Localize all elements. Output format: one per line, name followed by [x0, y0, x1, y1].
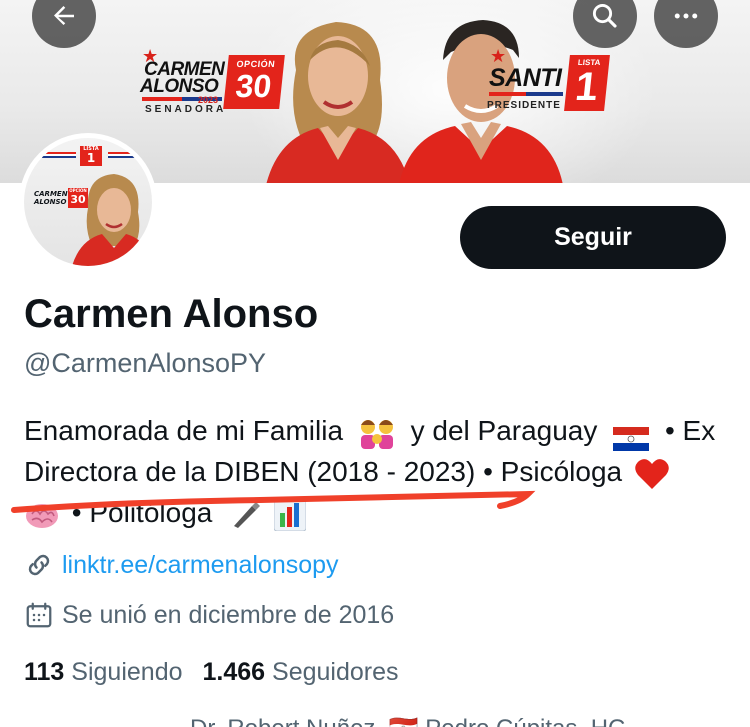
following-stat[interactable]: 113 Siguiendo: [24, 658, 183, 687]
profile-avatar[interactable]: LISTA 1 CARMEN ALONSO OPCIÓN 30: [19, 133, 157, 271]
avatar-name-2: ALONSO: [34, 198, 67, 206]
president-photo: [399, 20, 563, 183]
followers-stat[interactable]: 1.466 Seguidores: [203, 658, 399, 687]
list-badge: LISTA 1: [564, 55, 610, 111]
banner-president-role: PRESIDENTE: [487, 100, 561, 111]
profile-bio: Enamorada de mi Familia y del Paraguay •…: [24, 410, 724, 533]
joined-date-row: Se unió en diciembre de 2016: [24, 600, 394, 630]
red-heart-icon: [634, 457, 670, 491]
bio-line-3: • Politóloga: [24, 492, 724, 533]
follow-stats: 113 Siguiendo 1.466 Seguidores: [24, 658, 399, 687]
joined-date: Se unió en diciembre de 2016: [62, 600, 395, 629]
more-horizontal-icon: [674, 13, 698, 19]
display-name: Carmen Alonso: [24, 292, 319, 336]
pen-emoji-icon: [230, 500, 261, 530]
avatar-list-number: 1: [86, 151, 96, 165]
star-icon-right: ★: [490, 46, 507, 66]
link-icon: [28, 554, 50, 576]
calendar-icon: [26, 602, 52, 628]
bio-line-2: Directora de la DIBEN (2018 - 2023) • Ps…: [24, 451, 724, 492]
bio-text-5: • Politóloga: [71, 497, 213, 528]
profile-link[interactable]: linktr.ee/carmenalonsopy: [62, 551, 339, 580]
avatar-list-badge: LISTA 1: [80, 146, 102, 166]
bio-text-4: Directora de la DIBEN (2018 - 2023) • Ps…: [24, 456, 623, 487]
banner-candidate-role: SENADORA: [145, 104, 227, 115]
brain-emoji-icon: [24, 500, 60, 530]
avatar-stripes: [108, 152, 138, 158]
search-icon: [592, 3, 617, 28]
banner-candidate-name-2: ALONSO: [140, 76, 219, 97]
list-number: 1: [573, 65, 601, 109]
paraguay-flag-icon: [613, 421, 650, 451]
avatar-stripes-left: [42, 152, 76, 158]
candidate-photo: [266, 22, 410, 183]
flag-stripes-right: [489, 92, 563, 96]
followers-label: Seguidores: [272, 658, 399, 686]
family-emoji-icon: [357, 417, 397, 449]
banner-president-name: SANTI: [489, 64, 562, 92]
bio-text-2: y del Paraguay: [410, 415, 598, 446]
avatar-portrait: [72, 174, 152, 266]
bar-chart-emoji-icon: [273, 498, 307, 532]
bio-line-1: Enamorada de mi Familia y del Paraguay •…: [24, 410, 724, 451]
following-count: 113: [24, 658, 65, 686]
follow-button[interactable]: Seguir: [460, 206, 726, 269]
avatar-image: LISTA 1 CARMEN ALONSO OPCIÓN 30: [24, 138, 152, 266]
profile-link-row[interactable]: linktr.ee/carmenalonsopy: [24, 550, 339, 580]
avatar-name-1: CARMEN: [34, 190, 68, 198]
arrow-left-icon: [54, 6, 74, 25]
bio-text-3: • Ex: [664, 415, 716, 446]
followers-count: 1.466: [202, 658, 266, 686]
following-label: Siguiendo: [71, 658, 183, 686]
followed-by-text[interactable]: Dr. Robert Nuñez, 🇵🇾 Pedro Cúpitas, HC: [190, 714, 625, 727]
user-handle: @CarmenAlonsoPY: [24, 348, 267, 378]
bio-text-1: Enamorada de mi Familia: [24, 415, 344, 446]
